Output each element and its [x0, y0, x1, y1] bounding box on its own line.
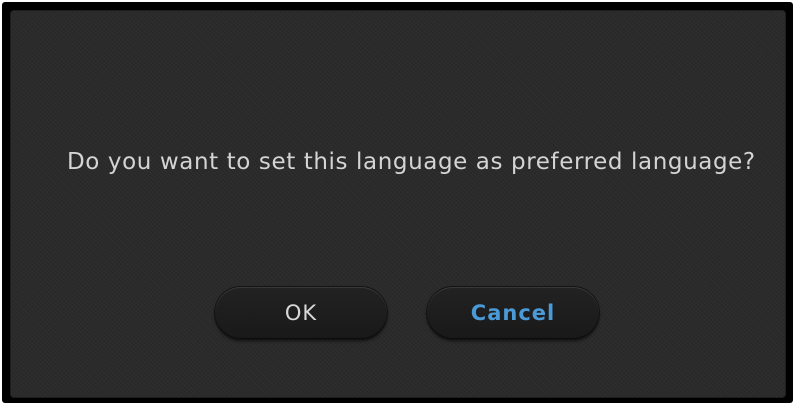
ok-button[interactable]: OK — [215, 287, 387, 339]
dialog-message: Do you want to set this language as pref… — [67, 149, 756, 175]
confirm-language-dialog: Do you want to set this language as pref… — [10, 10, 786, 398]
dialog-frame: Do you want to set this language as pref… — [2, 2, 793, 403]
cancel-button[interactable]: Cancel — [427, 287, 599, 339]
